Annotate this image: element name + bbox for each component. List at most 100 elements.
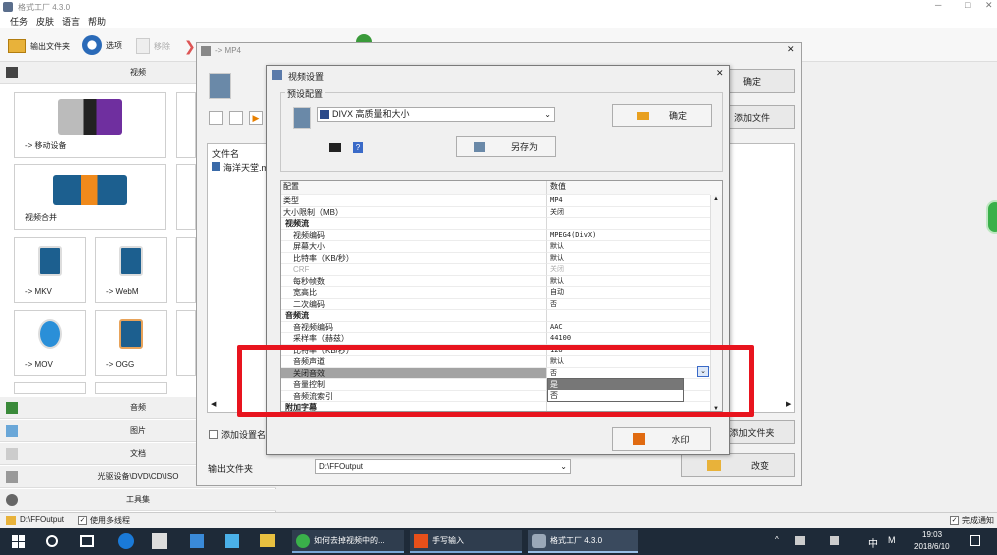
clock-time: 19:03 xyxy=(922,530,943,539)
floating-badge-icon[interactable] xyxy=(986,200,997,234)
scroll-right-icon[interactable]: ▶ xyxy=(786,400,791,408)
settings-row[interactable]: 每秒帧数 默认 xyxy=(281,275,722,287)
taskbar-app-browser[interactable]: 如何去掉视频中的... xyxy=(292,530,404,553)
search-icon[interactable] xyxy=(46,535,58,547)
cmd-icon[interactable] xyxy=(329,143,341,152)
remove-icon xyxy=(136,38,150,54)
settings-row[interactable]: 屏幕大小 默认 xyxy=(281,241,722,253)
settings-row-value: MP4 xyxy=(547,195,710,207)
taskbar-app-handwriting[interactable]: 手写输入 xyxy=(410,530,522,553)
mp4-window-title: -> MP4 xyxy=(215,46,242,55)
settings-row-value: AAC xyxy=(547,322,710,333)
scroll-left-icon[interactable]: ◀ xyxy=(211,400,216,408)
settings-row[interactable]: CRF 关闭 xyxy=(281,264,722,276)
file-row[interactable]: 海洋天堂.m xyxy=(223,161,269,174)
settings-row[interactable]: 比特率（KB/秒） 默认 xyxy=(281,252,722,264)
app-window-icon[interactable] xyxy=(225,534,239,548)
tile-partial-3[interactable] xyxy=(176,237,196,303)
menu-language[interactable]: 语言 xyxy=(62,15,80,28)
menu-task[interactable]: 任务 xyxy=(10,15,28,28)
tile-video-merge[interactable]: 视频合并 xyxy=(14,164,166,230)
settings-row-value: 否 xyxy=(547,299,710,310)
settings-row-value xyxy=(547,218,710,230)
taskbar-app-formatfactory[interactable]: 格式工厂 4.3.0 xyxy=(528,530,638,553)
preset-select[interactable]: DIVX 高质量和大小 ⌄ xyxy=(317,107,555,122)
change-button[interactable]: 改变 xyxy=(681,453,795,477)
tile-partial-2[interactable] xyxy=(176,164,196,230)
play-icon[interactable]: ▶ xyxy=(249,111,263,125)
save-icon xyxy=(473,141,485,152)
tray-network-icon[interactable] xyxy=(795,536,805,545)
tray-volume-icon[interactable] xyxy=(830,536,839,545)
delete-icon[interactable] xyxy=(229,111,243,125)
mp4-close-icon[interactable]: ✕ xyxy=(787,44,795,55)
close-icon[interactable]: ✕ xyxy=(985,0,993,11)
watermark-button[interactable]: 水印 xyxy=(612,427,711,451)
explorer-icon[interactable] xyxy=(260,534,275,547)
video-icon xyxy=(6,67,18,78)
settings-row-value: 默认 xyxy=(547,253,710,264)
app-title: 格式工厂 4.3.0 xyxy=(18,3,71,12)
mobile-device-icon xyxy=(58,99,122,135)
tile-ogg[interactable]: -> OGG xyxy=(95,310,167,376)
tile-partial-4[interactable] xyxy=(176,310,196,376)
options-button[interactable]: 选项 xyxy=(82,34,122,56)
remove-button[interactable]: 移除 xyxy=(136,36,170,56)
menu-skin[interactable]: 皮肤 xyxy=(36,15,54,28)
tile-mobile[interactable]: -> 移动设备 xyxy=(14,92,166,158)
output-folder-button[interactable]: 输出文件夹 xyxy=(8,36,70,56)
settings-row[interactable]: 视频流 xyxy=(281,218,722,230)
image-icon xyxy=(6,425,18,437)
tray-up-icon[interactable]: ^ xyxy=(775,535,779,544)
done-notify-checkbox-icon[interactable]: ✓ xyxy=(950,516,959,525)
tile-mov[interactable]: -> MOV xyxy=(14,310,86,376)
watermark-icon xyxy=(633,433,646,445)
task-view-icon[interactable] xyxy=(80,535,94,547)
tile-mkv[interactable]: -> MKV xyxy=(14,237,86,303)
minimize-icon[interactable]: ─ xyxy=(935,0,941,10)
tile-partial-5[interactable] xyxy=(14,382,86,394)
save-as-button[interactable]: 另存为 xyxy=(456,136,556,157)
settings-row[interactable]: 二次编码否 xyxy=(281,298,722,310)
preset-group: 预设配置 DIVX 高质量和大小 ⌄ ? 确定 另存为 xyxy=(280,87,723,172)
chevron-down-icon: ⌄ xyxy=(544,110,551,119)
app-blue-icon[interactable] xyxy=(190,534,204,548)
maximize-icon[interactable]: □ xyxy=(965,0,970,10)
settings-row[interactable]: 音视频编码 AAC xyxy=(281,321,722,333)
windows-start-icon[interactable] xyxy=(12,535,25,548)
settings-row-value: 默认 xyxy=(547,276,710,287)
arrow-icon: ❯ xyxy=(184,38,196,54)
settings-row[interactable]: 大小限制（MB） 关闭 xyxy=(281,206,722,218)
settings-row[interactable]: 宽高比 自动 xyxy=(281,287,722,299)
settings-row-value xyxy=(547,310,710,322)
settings-row[interactable]: 类型 MP4 xyxy=(281,195,722,207)
settings-row-key: CRF xyxy=(281,264,547,276)
preset-ok-button[interactable]: 确定 xyxy=(612,104,712,127)
tray-m-icon[interactable]: M xyxy=(888,535,896,545)
document-icon xyxy=(6,448,18,460)
settings-row[interactable]: 音频流 xyxy=(281,310,722,322)
title-bar: 格式工厂 4.3.0 ─ □ ✕ xyxy=(0,0,997,14)
settings-row[interactable]: 视频编码 MPEG4(DivX) xyxy=(281,229,722,241)
help-icon[interactable]: ? xyxy=(353,142,363,153)
edge-icon[interactable] xyxy=(118,533,134,549)
multithread-checkbox-icon[interactable]: ✓ xyxy=(78,516,87,525)
scroll-up-icon[interactable]: ▲ xyxy=(713,196,719,202)
notification-icon[interactable] xyxy=(970,535,980,546)
add-icon[interactable] xyxy=(209,111,223,125)
preset-icon xyxy=(293,107,311,129)
settings-row[interactable]: 采样率（赫兹） 44100 xyxy=(281,333,722,345)
settings-row-key: 音视频编码 xyxy=(281,321,547,333)
ime-label[interactable]: 中 xyxy=(868,535,878,550)
chevron-down-icon: ⌄ xyxy=(560,462,567,471)
store-icon[interactable] xyxy=(152,533,167,549)
output-folder-select[interactable]: D:\FFOutput ⌄ xyxy=(315,459,571,474)
tile-partial-1[interactable] xyxy=(176,92,196,158)
options-icon xyxy=(82,35,102,55)
tile-webm[interactable]: -> WebM xyxy=(95,237,167,303)
menu-help[interactable]: 帮助 xyxy=(88,15,106,28)
tools-category[interactable]: 工具集 xyxy=(0,489,276,511)
tile-partial-6[interactable] xyxy=(95,382,167,394)
dialog-close-icon[interactable]: ✕ xyxy=(716,68,724,79)
mov-icon xyxy=(38,319,62,349)
